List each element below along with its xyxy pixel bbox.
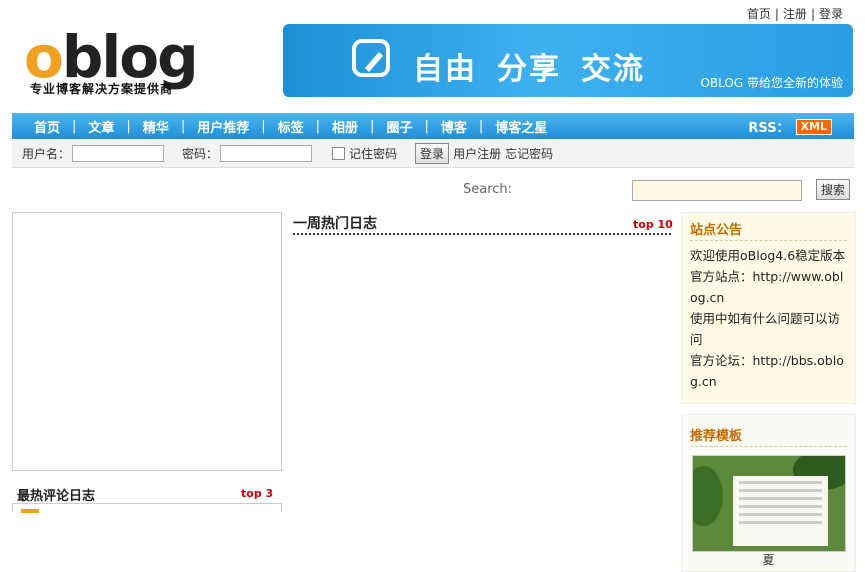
login-link[interactable]: 登录 — [819, 7, 843, 21]
hot-comments-top: top 3 — [241, 487, 274, 500]
rss-link[interactable]: RSS： XML — [748, 117, 832, 136]
password-field[interactable] — [220, 144, 313, 162]
nav-item-recommend[interactable]: 用户推荐 | — [189, 117, 269, 136]
remember-label: 记住密码 — [349, 146, 398, 161]
template-title: 推荐模板 — [690, 425, 847, 447]
search-label: Search: — [463, 182, 513, 197]
notice-line: 欢迎使用oBlog4.6稳定版本 — [690, 248, 846, 263]
search-input[interactable] — [632, 180, 802, 201]
notice-line[interactable]: 官方站点：http://www.oblog.cn — [690, 266, 849, 308]
banner-slogan: 自由 分享 交流 — [413, 52, 645, 87]
site-logo[interactable]: oblog 专业博客解决方案提供商 — [24, 28, 264, 98]
login-bar: 用户名： 密码： 记住密码 登录 用户注册 忘记密码 — [12, 139, 854, 168]
logo-tagline: 专业博客解决方案提供商 — [30, 82, 174, 96]
remember-checkbox[interactable] — [332, 146, 346, 160]
list-bullet-icon — [21, 509, 39, 513]
nav-item-tags[interactable]: 标签 | — [270, 117, 324, 136]
nav-item-circle[interactable]: 圈子 | — [378, 117, 432, 136]
weekly-hot-top: top 10 — [633, 218, 673, 231]
nav-item-home[interactable]: 首页 | — [26, 117, 80, 136]
search-button[interactable]: 搜索 — [816, 179, 851, 200]
divider — [293, 233, 671, 235]
forgot-password-link[interactable]: 忘记密码 — [505, 145, 553, 162]
nav-item-featured[interactable]: 精华 | — [135, 117, 189, 136]
login-button[interactable]: 登录 — [415, 142, 450, 164]
pencil-chat-icon — [352, 39, 390, 77]
hot-comments-list — [12, 503, 282, 513]
password-label: 密码： — [182, 146, 219, 161]
top-links: 首页 | 注册 | 登录 — [746, 7, 843, 21]
nav-item-album[interactable]: 相册 | — [324, 117, 378, 136]
home-link[interactable]: 首页 — [747, 7, 771, 21]
nav-item-articles[interactable]: 文章 | — [80, 117, 134, 136]
register-link[interactable]: 注册 — [783, 7, 807, 21]
notice-line[interactable]: 官方论坛：http://bbs.oblog.cn — [690, 350, 849, 392]
template-thumbnail[interactable] — [692, 455, 846, 552]
nav-item-stars[interactable]: 博客之星 — [487, 117, 555, 136]
template-caption[interactable]: 夏 — [682, 551, 855, 568]
username-field[interactable] — [72, 144, 165, 162]
main-nav: 首页 | 文章 | 精华 | 用户推荐 | 标签 | 相册 | 圈子 | 博客 | 博客之星 R… — [12, 113, 854, 139]
weekly-hot-title: 一周热门日志 — [293, 216, 377, 232]
register-link-bar[interactable]: 用户注册 — [453, 145, 501, 162]
notice-title: 站点公告 — [690, 219, 847, 241]
notice-line: 使用中如有什么问题可以访问 — [690, 311, 841, 347]
header-banner: 自由 分享 交流 OBLOG 带给您全新的体验 — [283, 24, 853, 97]
hot-comments-title: 最热评论日志 — [17, 489, 96, 504]
recommended-template: 推荐模板 夏 — [681, 414, 856, 572]
left-panel — [12, 212, 282, 471]
search-area: Search: 搜索 — [0, 178, 865, 204]
site-notice: 站点公告 欢迎使用oBlog4.6稳定版本 官方站点：http://www.ob… — [681, 212, 856, 404]
banner-subtitle: OBLOG 带给您全新的体验 — [700, 76, 844, 90]
username-label: 用户名： — [22, 146, 71, 161]
xml-badge: XML — [795, 118, 832, 135]
nav-item-blogs[interactable]: 博客 | — [433, 117, 487, 136]
